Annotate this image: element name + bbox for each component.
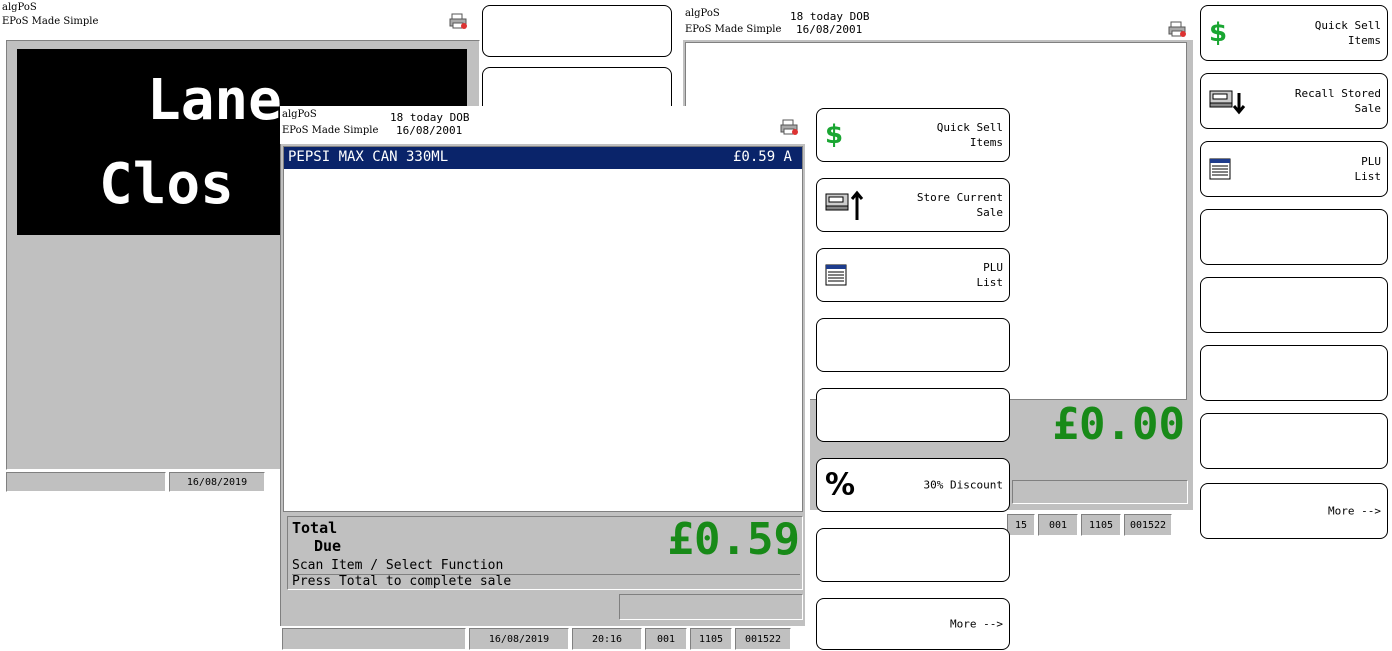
status-cell: 15 [1007, 514, 1035, 536]
input-field[interactable] [619, 594, 803, 620]
function-button[interactable] [1200, 277, 1388, 333]
status-cell: 1105 [690, 628, 732, 650]
store-current-sale-button[interactable]: Store Current Sale [816, 178, 1010, 232]
total-label-line-2: Due [314, 537, 342, 555]
recall-stored-sale-button[interactable]: Recall Stored Sale [1200, 73, 1388, 129]
prompt-line-1: Scan Item / Select Function [292, 558, 504, 573]
function-button[interactable] [1200, 209, 1388, 265]
store-sale-icon [825, 190, 864, 220]
dob-date: 16/08/2001 [396, 124, 463, 137]
button-label: More --> [950, 617, 1003, 631]
item-price: £0.59 A [732, 149, 792, 165]
status-cell [6, 472, 166, 492]
percent-icon: % [825, 467, 856, 503]
app-name: algPoS [2, 2, 37, 13]
total-panel: Total Due £0.59 Scan Item / Select Funct… [287, 514, 803, 590]
button-label: Quick Sell Items [1314, 19, 1381, 47]
item-name: PEPSI MAX CAN 330ML [288, 149, 449, 165]
more-button[interactable]: More --> [816, 598, 1010, 650]
function-button[interactable] [482, 5, 672, 57]
total-amount: £0.59 [667, 514, 800, 565]
main-panel: PEPSI MAX CAN 330ML £0.59 A Total Due £0… [280, 144, 805, 626]
app-name: algPoS [685, 8, 720, 19]
printer-icon[interactable] [449, 12, 469, 30]
app-tagline: EPoS Made Simple [282, 125, 379, 136]
button-label: Recall Stored Sale [1294, 87, 1381, 115]
total-amount: £0.00 [1052, 399, 1185, 450]
banner-line-1: Lane [147, 68, 282, 133]
status-bar: 15 001 1105 001522 [1007, 514, 1197, 536]
status-time: 20:16 [572, 628, 642, 650]
status-cell: 1105 [1081, 514, 1121, 536]
dollar-icon: $ [1209, 18, 1228, 48]
app-name: algPoS [282, 109, 317, 120]
printer-icon[interactable] [780, 118, 800, 136]
status-cell: 001 [645, 628, 687, 650]
front-window: algPoS EPoS Made Simple 18 today DOB 16/… [280, 106, 810, 651]
app-tagline: EPoS Made Simple [2, 16, 99, 27]
status-cell: 001 [1038, 514, 1078, 536]
status-date: 16/08/2019 [469, 628, 569, 650]
dob-date: 16/08/2001 [796, 23, 863, 36]
prompt-line-2: Press Total to complete sale [292, 574, 800, 589]
function-button[interactable] [1200, 345, 1388, 401]
dob-label: 18 today DOB [790, 10, 870, 23]
status-cell: 001522 [735, 628, 791, 650]
list-icon [1209, 158, 1231, 180]
item-list: PEPSI MAX CAN 330ML £0.59 A [283, 146, 803, 512]
app-tagline: EPoS Made Simple [685, 24, 782, 35]
quick-sell-button[interactable]: $ Quick Sell Items [1200, 5, 1388, 61]
button-label: PLU List [976, 261, 1004, 289]
list-icon [825, 264, 847, 286]
list-item[interactable]: PEPSI MAX CAN 330ML £0.59 A [284, 147, 802, 169]
status-cell [282, 628, 466, 650]
status-cell: 001522 [1124, 514, 1172, 536]
input-field[interactable] [1012, 480, 1188, 504]
button-label: More --> [1328, 504, 1381, 518]
total-label: Total Due [292, 519, 341, 555]
banner-line-2: Clos [99, 152, 234, 217]
more-button[interactable]: More --> [1200, 483, 1388, 539]
plu-list-button[interactable]: PLU List [1200, 141, 1388, 197]
function-button[interactable] [816, 388, 1010, 442]
quick-sell-button[interactable]: $ Quick Sell Items [816, 108, 1010, 162]
plu-list-button[interactable]: PLU List [816, 248, 1010, 302]
window-header: algPoS EPoS Made Simple [0, 0, 480, 40]
window-header: algPoS EPoS Made Simple 18 today DOB 16/… [680, 0, 1200, 40]
recall-sale-icon [1209, 90, 1246, 115]
dollar-icon: $ [825, 120, 844, 150]
total-label-line-1: Total [292, 519, 338, 537]
window-header: algPoS EPoS Made Simple 18 today DOB 16/… [280, 106, 810, 146]
button-label: Store Current Sale [916, 191, 1003, 219]
function-button[interactable] [816, 528, 1010, 582]
button-label: Quick Sell Items [936, 121, 1003, 149]
status-bar: 16/08/2019 20:16 001 1105 001522 [282, 628, 806, 650]
function-button[interactable] [1200, 413, 1388, 469]
button-label: PLU List [1354, 155, 1382, 183]
printer-icon[interactable] [1168, 20, 1188, 38]
status-date: 16/08/2019 [169, 472, 265, 492]
discount-button[interactable]: % 30% Discount [816, 458, 1010, 512]
dob-label: 18 today DOB [390, 111, 470, 124]
button-label: 30% Discount [923, 478, 1003, 492]
function-button[interactable] [816, 318, 1010, 372]
